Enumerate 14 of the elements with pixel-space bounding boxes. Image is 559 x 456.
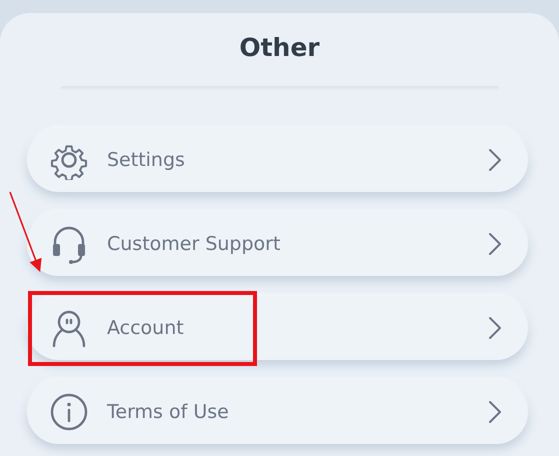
- chevron-right-icon: [488, 232, 502, 256]
- menu-item-label: Terms of Use: [107, 401, 230, 423]
- panel-title: Other: [238, 33, 321, 63]
- chevron-right-icon: [488, 400, 502, 424]
- menu-item[interactable]: Terms of Use: [27, 380, 528, 444]
- menu-item[interactable]: Account: [27, 296, 528, 360]
- menu-item-label: Customer Support: [107, 233, 282, 255]
- chevron-right-icon: [488, 148, 502, 172]
- menu-item-label: Settings: [107, 149, 186, 171]
- menu-item-label: Account: [107, 317, 185, 339]
- menu-item[interactable]: Settings: [27, 128, 528, 192]
- info-icon: [49, 392, 89, 432]
- chevron-right-icon: [488, 316, 502, 340]
- menu-item[interactable]: Customer Support: [27, 212, 528, 276]
